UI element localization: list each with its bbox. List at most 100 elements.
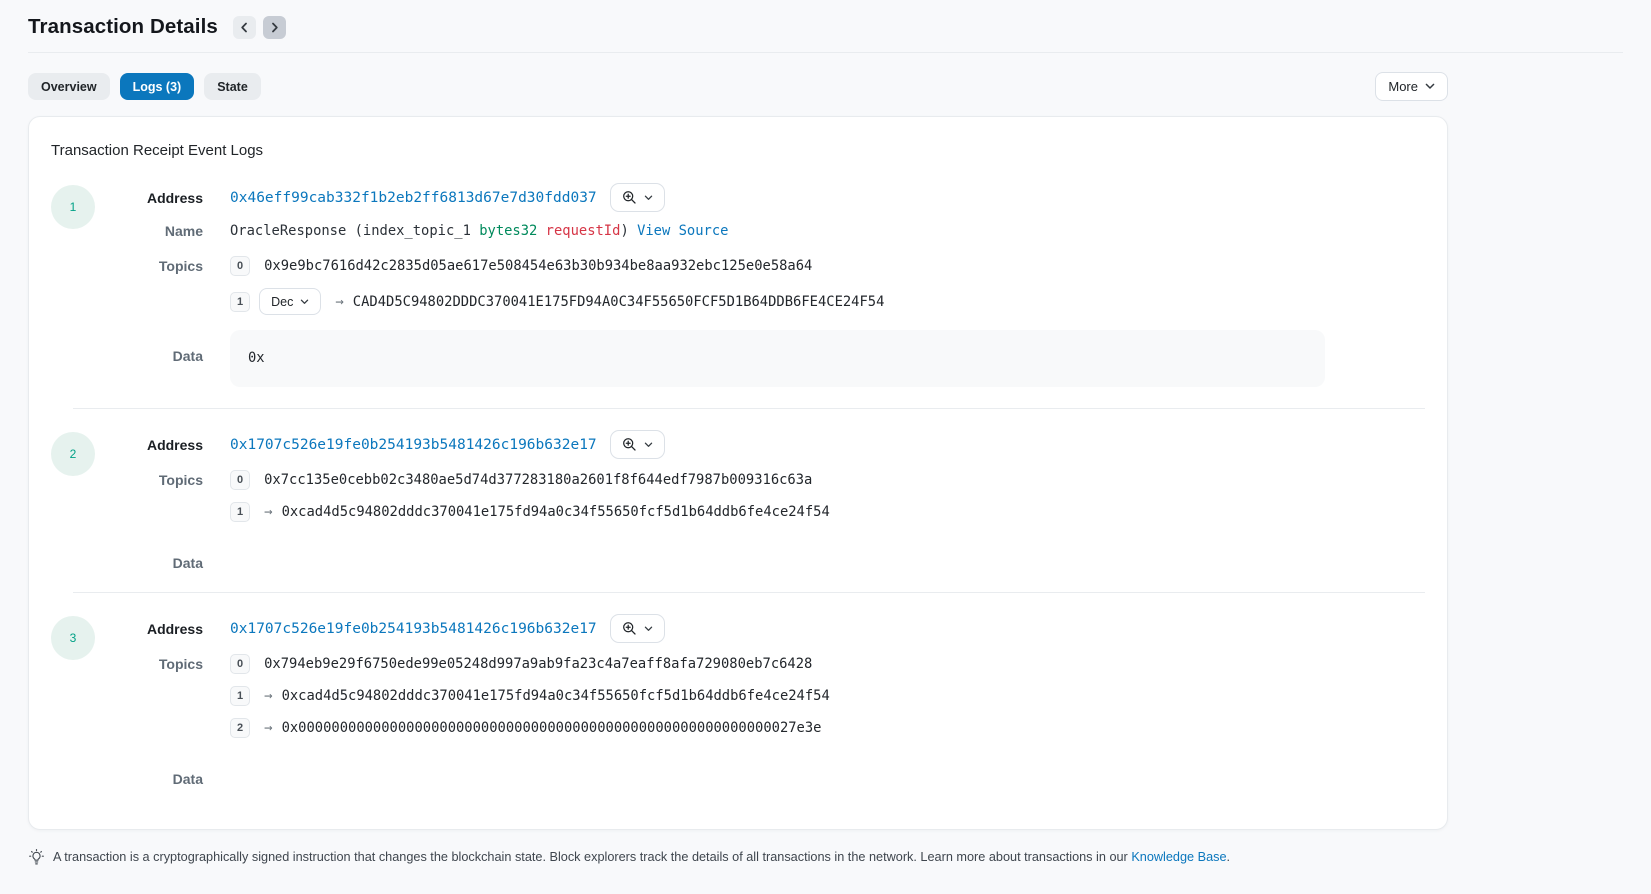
address-row: Address 0x1707c526e19fe0b254193b5481426c… <box>117 614 1425 643</box>
address-link[interactable]: 0x46eff99cab332f1b2eb2ff6813d67e7d30fdd0… <box>230 190 597 206</box>
log-rows: Address 0x1707c526e19fe0b254193b5481426c… <box>117 430 1425 571</box>
card-heading: Transaction Receipt Event Logs <box>51 142 1425 159</box>
tab-logs[interactable]: Logs (3) <box>120 73 195 100</box>
address-link[interactable]: 0x1707c526e19fe0b254193b5481426c196b632e… <box>230 621 597 637</box>
topic-format-label: Dec <box>271 295 293 309</box>
address-search-button[interactable] <box>610 430 665 459</box>
knowledge-base-link[interactable]: Knowledge Base <box>1131 850 1226 864</box>
topic-format-dropdown[interactable]: Dec <box>259 288 321 315</box>
lightbulb-icon <box>28 849 45 869</box>
topic-row: Topics 0 0x794eb9e29f6750ede99e05248d997… <box>117 654 1425 674</box>
arrow-right-icon: → <box>264 504 272 520</box>
tabs-row: Overview Logs (3) State More <box>28 72 1448 101</box>
topic-row: 1 → 0xcad4d5c94802dddc370041e175fd94a0c3… <box>117 502 1425 522</box>
event-name-close-paren: ) <box>620 223 637 239</box>
topic-value: 0xcad4d5c94802dddc370041e175fd94a0c34f55… <box>282 504 830 520</box>
name-label: Name <box>117 223 203 239</box>
topics-label: Topics <box>117 472 203 488</box>
header-divider <box>28 52 1623 53</box>
arrow-right-icon: → <box>264 688 272 704</box>
topic-value: 0xcad4d5c94802dddc370041e175fd94a0c34f55… <box>282 688 830 704</box>
topics-list: Topics 0 0x9e9bc7616d42c2835d05ae617e508… <box>117 256 1425 315</box>
topic-index-badge[interactable]: 0 <box>230 256 250 276</box>
arrow-right-icon: → <box>264 720 272 736</box>
log-badge-column: 3 <box>51 614 117 787</box>
topic-index-badge[interactable]: 1 <box>230 686 250 706</box>
log-rows: Address 0x46eff99cab332f1b2eb2ff6813d67e… <box>117 183 1425 387</box>
address-label: Address <box>117 621 203 637</box>
data-row: Data <box>117 753 1425 787</box>
more-dropdown-button[interactable]: More <box>1375 72 1448 101</box>
footer-note: A transaction is a cryptographically sig… <box>28 850 1623 869</box>
topic-row: Topics 0 0x9e9bc7616d42c2835d05ae617e508… <box>117 256 1425 276</box>
previous-transaction-button[interactable] <box>233 16 256 39</box>
more-dropdown-label: More <box>1388 79 1418 94</box>
topic-index-badge[interactable]: 1 <box>230 292 250 312</box>
tab-overview[interactable]: Overview <box>28 73 110 100</box>
arrow-right-icon: → <box>335 294 343 310</box>
chevron-down-icon <box>644 195 653 201</box>
page-content: Transaction Details <box>28 0 1448 52</box>
topic-index-badge[interactable]: 1 <box>230 502 250 522</box>
tab-state[interactable]: State <box>204 73 261 100</box>
topic-index-badge[interactable]: 2 <box>230 718 250 738</box>
topic-value: CAD4D5C94802DDDC370041E175FD94A0C34F5565… <box>353 294 885 310</box>
address-row: Address 0x46eff99cab332f1b2eb2ff6813d67e… <box>117 183 1425 212</box>
topics-list: Topics 0 0x7cc135e0cebb02c3480ae5d74d377… <box>117 470 1425 522</box>
topic-index-badge[interactable]: 0 <box>230 654 250 674</box>
view-source-link[interactable]: View Source <box>637 223 728 239</box>
topics-label: Topics <box>117 258 203 274</box>
footer-text-period: . <box>1227 850 1231 864</box>
event-logs-card: Transaction Receipt Event Logs 1 Address… <box>28 116 1448 830</box>
log-divider <box>73 592 1425 593</box>
next-transaction-button[interactable] <box>263 16 286 39</box>
log-entry: 3 Address 0x1707c526e19fe0b254193b548142… <box>51 614 1425 787</box>
data-row: Data <box>117 537 1425 571</box>
log-index-badge: 1 <box>51 185 95 229</box>
topic-row: 1 Dec → CAD4D5C94802DDDC370041E175FD94A0… <box>117 288 1425 315</box>
footer-text-body: A transaction is a cryptographically sig… <box>53 850 1131 864</box>
footer-text: A transaction is a cryptographically sig… <box>53 850 1230 864</box>
topic-index-badge[interactable]: 0 <box>230 470 250 490</box>
topic-value: 0x9e9bc7616d42c2835d05ae617e508454e63b30… <box>264 258 812 274</box>
data-label: Data <box>117 330 203 364</box>
topic-row: Topics 0 0x7cc135e0cebb02c3480ae5d74d377… <box>117 470 1425 490</box>
log-index-badge: 2 <box>51 432 95 476</box>
event-signature: OracleResponse (index_topic_1 bytes32 re… <box>230 223 728 239</box>
chevron-down-icon <box>644 442 653 448</box>
log-entry: 1 Address 0x46eff99cab332f1b2eb2ff6813d6… <box>51 183 1425 387</box>
topic-value: 0x00000000000000000000000000000000000000… <box>282 720 822 736</box>
chevron-down-icon <box>644 626 653 632</box>
topic-value: 0x794eb9e29f6750ede99e05248d997a9ab9fa23… <box>264 656 812 672</box>
address-search-button[interactable] <box>610 183 665 212</box>
page-title: Transaction Details <box>28 15 218 39</box>
data-row: Data 0x <box>117 330 1425 387</box>
event-param-name: requestId <box>537 223 620 239</box>
chevron-down-icon <box>1425 83 1435 90</box>
topic-value: 0x7cc135e0cebb02c3480ae5d74d377283180a26… <box>264 472 812 488</box>
log-divider <box>73 408 1425 409</box>
event-name-row: Name OracleResponse (index_topic_1 bytes… <box>117 223 1425 239</box>
topics-list: Topics 0 0x794eb9e29f6750ede99e05248d997… <box>117 654 1425 738</box>
log-badge-column: 2 <box>51 430 117 571</box>
magnifier-plus-icon <box>622 621 637 636</box>
chevron-down-icon <box>300 299 309 305</box>
address-label: Address <box>117 437 203 453</box>
address-label: Address <box>117 190 203 206</box>
topics-label: Topics <box>117 656 203 672</box>
log-entry: 2 Address 0x1707c526e19fe0b254193b548142… <box>51 430 1425 571</box>
data-label: Data <box>117 753 203 787</box>
topic-row: 2 → 0x0000000000000000000000000000000000… <box>117 718 1425 738</box>
chevron-left-icon <box>239 22 250 33</box>
address-row: Address 0x1707c526e19fe0b254193b5481426c… <box>117 430 1425 459</box>
address-search-button[interactable] <box>610 614 665 643</box>
address-link[interactable]: 0x1707c526e19fe0b254193b5481426c196b632e… <box>230 437 597 453</box>
log-rows: Address 0x1707c526e19fe0b254193b5481426c… <box>117 614 1425 787</box>
log-data-value: 0x <box>230 330 1325 387</box>
magnifier-plus-icon <box>622 437 637 452</box>
data-label: Data <box>117 537 203 571</box>
chevron-right-icon <box>269 22 280 33</box>
log-index-badge: 3 <box>51 616 95 660</box>
event-param-type: bytes32 <box>479 223 537 239</box>
log-badge-column: 1 <box>51 183 117 387</box>
